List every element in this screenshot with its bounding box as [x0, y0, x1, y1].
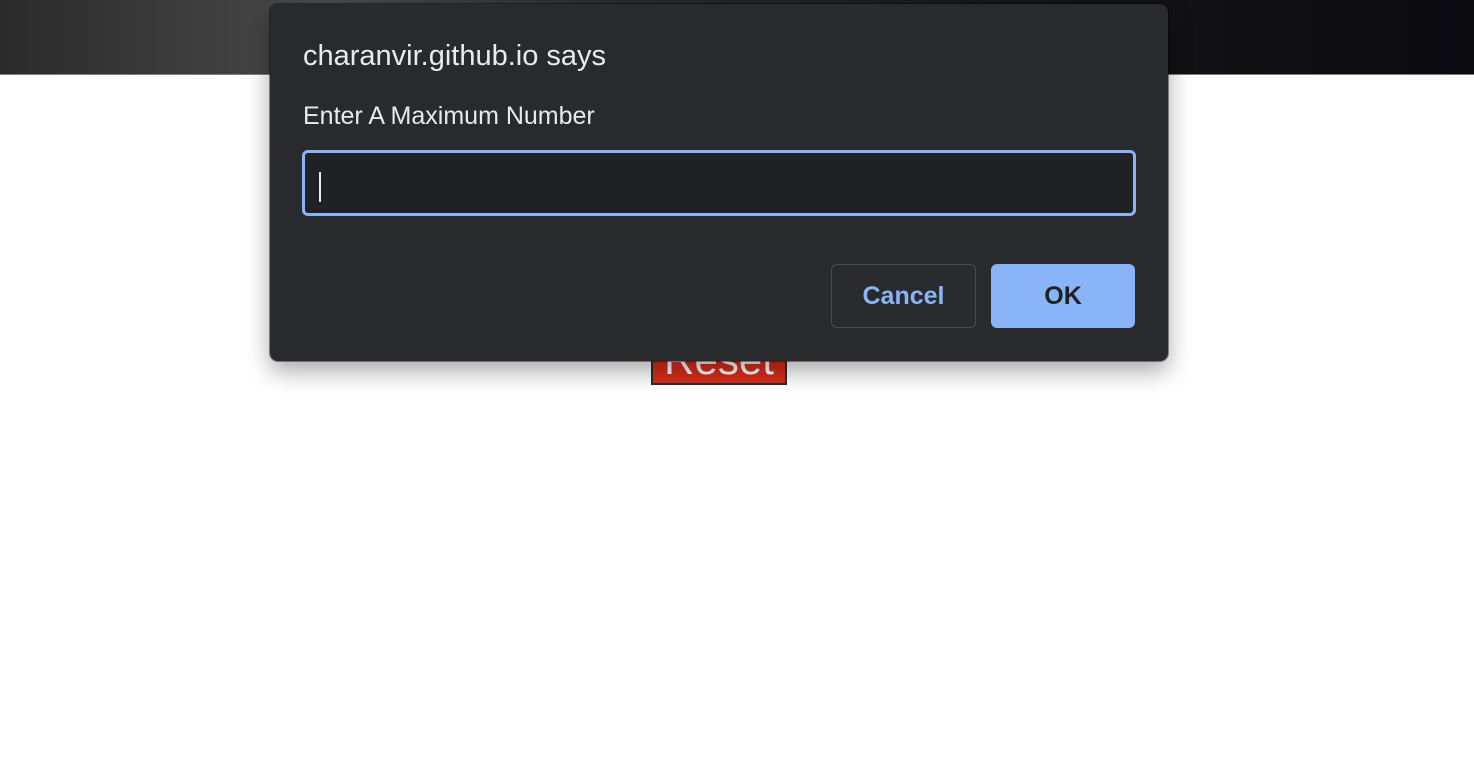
- cancel-button[interactable]: Cancel: [831, 264, 976, 328]
- prompt-dialog: charanvir.github.io says Enter A Maximum…: [270, 4, 1168, 361]
- browser-viewport: Reset charanvir.github.io says Enter A M…: [0, 0, 1474, 773]
- dialog-message: Enter A Maximum Number: [303, 102, 595, 130]
- text-caret: [319, 172, 321, 202]
- ok-button[interactable]: OK: [991, 264, 1135, 328]
- dialog-title: charanvir.github.io says: [303, 40, 607, 72]
- prompt-input[interactable]: [302, 150, 1136, 216]
